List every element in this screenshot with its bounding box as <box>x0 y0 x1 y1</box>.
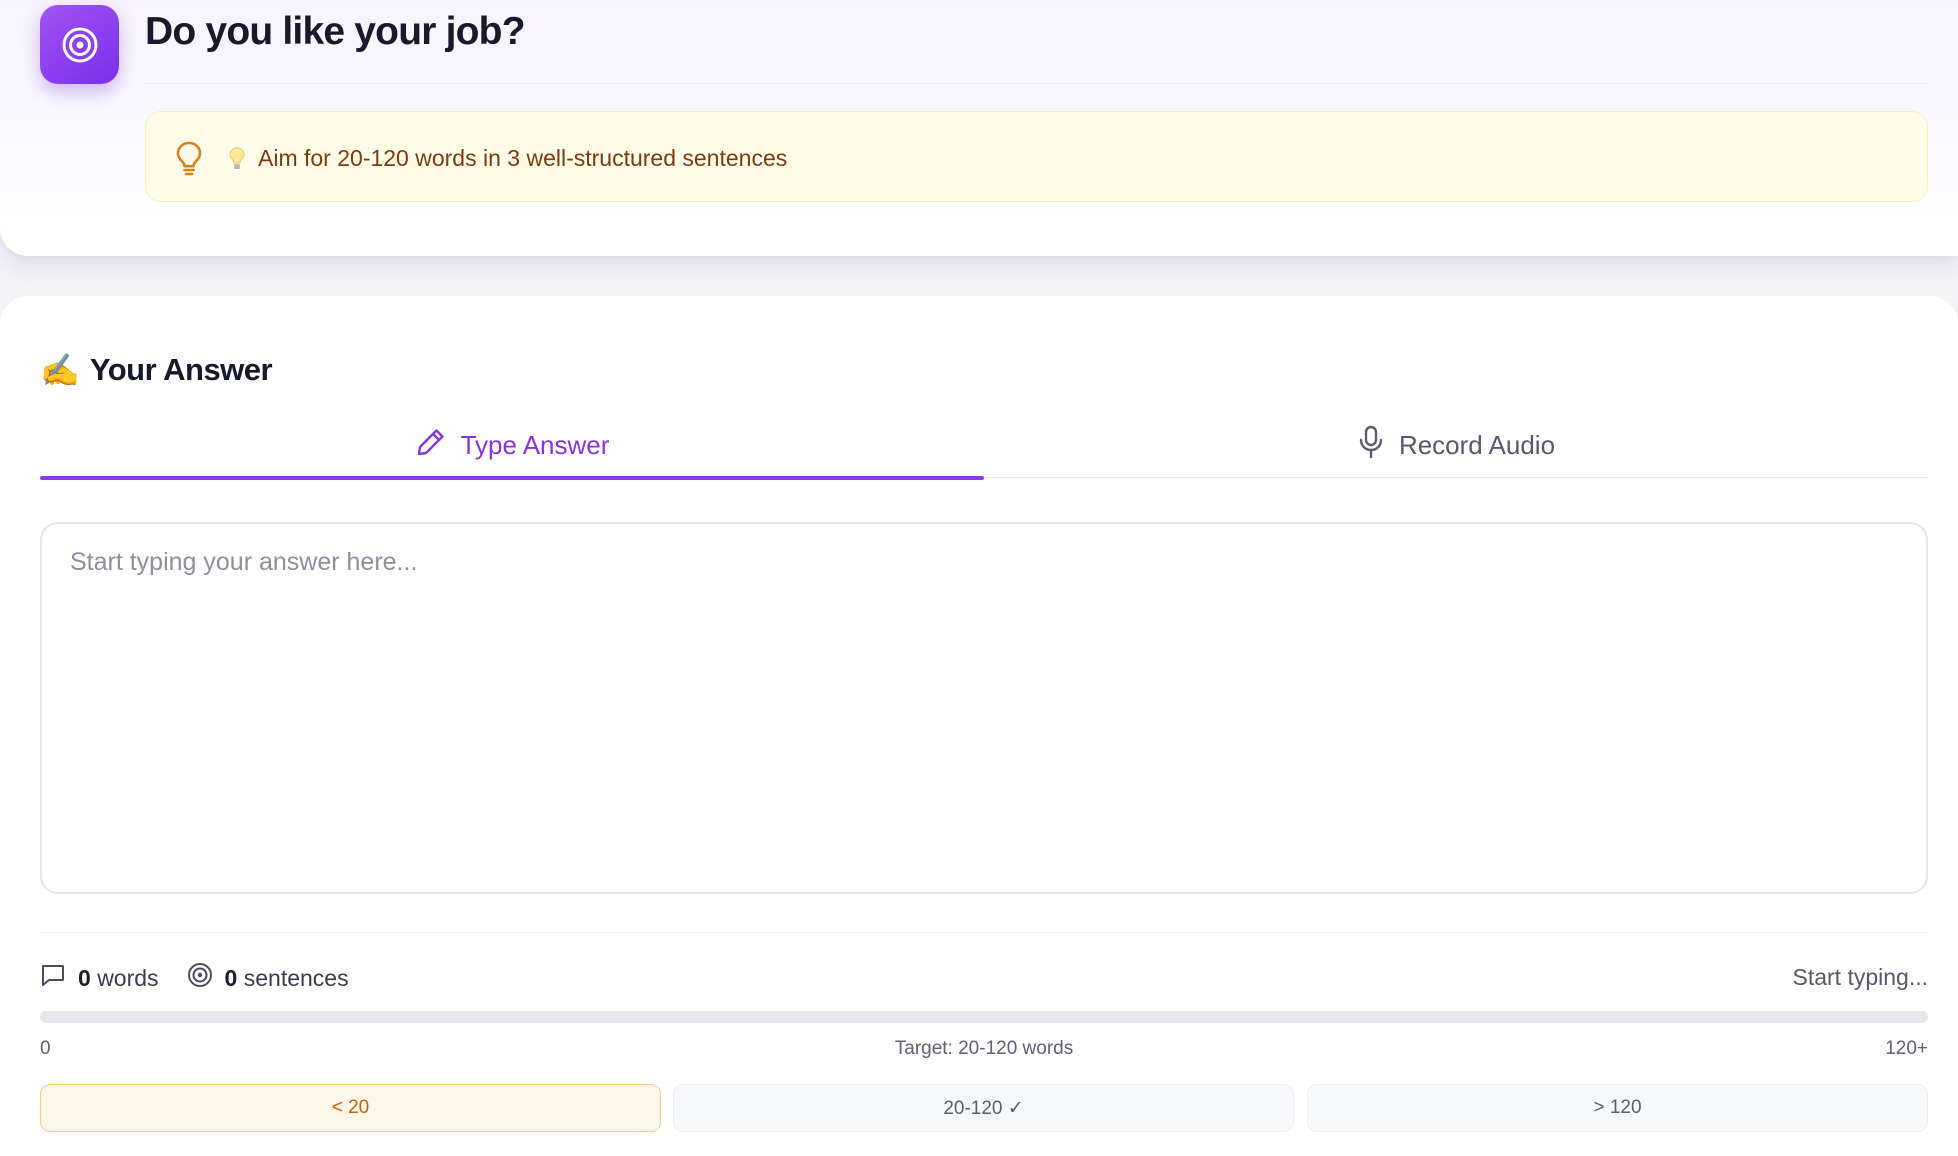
scale-max-label: 120+ <box>1885 1038 1928 1059</box>
answer-heading: ✍️ Your Answer <box>40 350 273 390</box>
range-target: 20-120 ✓ <box>673 1084 1294 1132</box>
microphone-icon <box>1357 425 1385 466</box>
word-count-stat: 0 words <box>40 963 159 993</box>
stats-divider <box>40 932 1928 933</box>
question-card: Do you like your job? Aim for 20-120 wor… <box>0 0 1958 256</box>
tab-type-answer-label: Type Answer <box>460 429 610 460</box>
answer-textarea[interactable] <box>40 522 1928 894</box>
question-divider <box>145 83 1928 84</box>
target-small-icon <box>187 962 213 994</box>
word-progress-bar <box>40 1011 1928 1023</box>
lightbulb-emoji-icon <box>228 146 246 177</box>
writing-hand-icon: ✍️ <box>40 352 80 388</box>
stats-row: 0 words 0 sentences Start typing... <box>40 960 1928 996</box>
answer-panel: ✍️ Your Answer Type Answer Record Audio <box>0 296 1958 1156</box>
speech-bubble-icon <box>40 963 66 993</box>
sentence-label: sentences <box>243 964 349 991</box>
tip-box: Aim for 20-120 words in 3 well-structure… <box>145 111 1928 202</box>
pencil-icon <box>415 426 447 465</box>
tab-record-audio-label: Record Audio <box>1398 429 1556 460</box>
progress-scale: 0 Target: 20-120 words 120+ <box>40 1038 1928 1064</box>
tip-text: Aim for 20-120 words in 3 well-structure… <box>258 145 788 171</box>
lightbulb-icon <box>174 140 204 181</box>
tab-type-answer[interactable]: Type Answer <box>40 412 984 480</box>
question-title: Do you like your job? <box>145 10 526 53</box>
sentence-count: 0 <box>224 964 238 991</box>
word-range-indicators: < 20 20-120 ✓ > 120 <box>40 1084 1928 1132</box>
word-count: 0 <box>78 964 91 991</box>
target-icon <box>40 5 119 84</box>
range-over-120: > 120 <box>1307 1084 1928 1132</box>
answer-heading-text: Your Answer <box>89 352 273 387</box>
answer-mode-tabs: Type Answer Record Audio <box>40 412 1928 480</box>
scale-target-label: Target: 20-120 words <box>894 1038 1074 1059</box>
sentence-count-stat: 0 sentences <box>187 962 349 994</box>
tab-record-audio[interactable]: Record Audio <box>984 412 1928 478</box>
range-under-20: < 20 <box>40 1084 661 1132</box>
word-label: words <box>97 964 159 991</box>
typing-status: Start typing... <box>1792 964 1928 990</box>
